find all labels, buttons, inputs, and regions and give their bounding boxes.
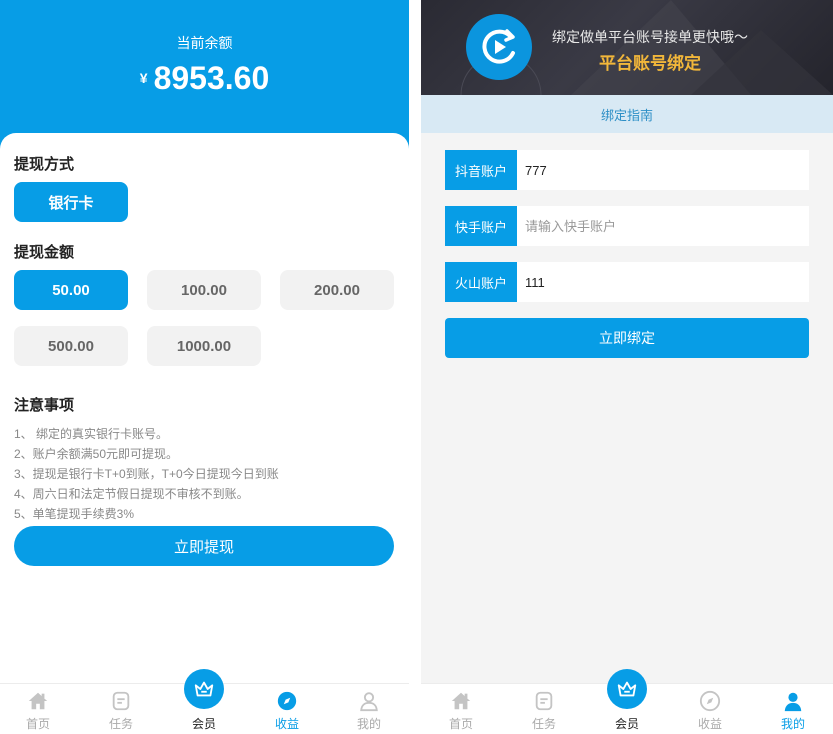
- user-icon: [360, 692, 378, 712]
- amount-option[interactable]: 500.00: [14, 326, 128, 366]
- compass-icon: [699, 690, 721, 712]
- tab-task[interactable]: 任务: [504, 684, 584, 734]
- note-item: 1、 绑定的真实银行卡账号。: [14, 427, 169, 441]
- home-icon: [451, 692, 471, 710]
- note-item: 4、周六日和法定节假日提现不审核不到账。: [14, 487, 249, 501]
- amount-option[interactable]: 200.00: [280, 270, 394, 310]
- withdraw-screen: 当前余额 ¥8953.60 提现方式 银行卡 提现金额 50.00 100.00…: [0, 0, 409, 734]
- tab-label: 任务: [531, 717, 556, 731]
- notes-title: 注意事项: [14, 397, 75, 414]
- bind-now-button[interactable]: 立即绑定: [445, 318, 809, 358]
- tab-earnings[interactable]: 收益: [670, 684, 750, 734]
- tab-label: 收益: [697, 717, 722, 731]
- withdraw-card: 提现方式 银行卡 提现金额 50.00 100.00 200.00 500.00…: [0, 133, 409, 693]
- note-item: 3、提现是银行卡T+0到账，T+0今日提现今日到账: [14, 467, 279, 481]
- crown-icon: [617, 681, 637, 697]
- note-item: 2、账户余额满50元即可提现。: [14, 447, 179, 461]
- balance-value: 8953.60: [153, 60, 270, 96]
- amount-option[interactable]: 50.00: [14, 270, 128, 310]
- vip-circle: [184, 669, 224, 709]
- account-binding-screen: 绑定做单平台账号接单更快哦～ 平台账号绑定 绑定指南 抖音账户 快手账户 火山账…: [421, 0, 833, 734]
- huoshan-account-input[interactable]: [517, 262, 809, 302]
- binding-guide-link[interactable]: 绑定指南: [421, 95, 833, 133]
- tab-vip[interactable]: 会员: [164, 669, 244, 734]
- amount-option[interactable]: 100.00: [147, 270, 261, 310]
- vip-circle: [607, 669, 647, 709]
- amount-option[interactable]: 1000.00: [147, 326, 261, 366]
- currency-symbol: ¥: [139, 70, 148, 86]
- douyin-account-row: 抖音账户: [445, 150, 809, 190]
- tab-label: 首页: [448, 717, 473, 731]
- bottom-tab-bar: 首页 任务 会员 收益 我的: [0, 669, 409, 734]
- binding-banner: 绑定做单平台账号接单更快哦～ 平台账号绑定: [421, 0, 833, 95]
- kuaishou-account-label: 快手账户: [445, 206, 517, 246]
- tab-vip[interactable]: 会员: [587, 669, 667, 734]
- withdraw-button[interactable]: 立即提现: [14, 526, 394, 566]
- kuaishou-account-input[interactable]: [517, 206, 809, 246]
- tab-label: 收益: [274, 717, 299, 731]
- note-item: 5、单笔提现手续费3%: [14, 507, 135, 521]
- tab-label: 会员: [614, 717, 639, 731]
- amount-title: 提现金额: [14, 244, 75, 261]
- home-icon: [28, 692, 48, 710]
- tab-label: 会员: [191, 717, 216, 731]
- huoshan-account-row: 火山账户: [445, 262, 809, 302]
- tab-home[interactable]: 首页: [421, 684, 501, 734]
- task-icon: [112, 691, 130, 711]
- tab-mine[interactable]: 我的: [753, 684, 833, 734]
- tab-task[interactable]: 任务: [81, 684, 161, 734]
- task-icon: [535, 691, 553, 711]
- tab-label: 我的: [356, 717, 381, 731]
- balance-amount: ¥8953.60: [0, 60, 409, 97]
- douyin-account-label: 抖音账户: [445, 150, 517, 190]
- method-bank-card-button[interactable]: 银行卡: [14, 182, 128, 222]
- bottom-tab-bar: 首页 任务 会员 收益 我的: [421, 669, 833, 734]
- tab-home[interactable]: 首页: [0, 684, 78, 734]
- kuaishou-account-row: 快手账户: [445, 206, 809, 246]
- user-icon: [784, 692, 802, 712]
- banner-title: 平台账号绑定: [599, 54, 701, 73]
- banner-subtitle: 绑定做单平台账号接单更快哦～: [552, 29, 748, 45]
- tab-mine[interactable]: 我的: [329, 684, 409, 734]
- video-logo-icon: [466, 14, 532, 80]
- crown-icon: [194, 681, 214, 697]
- douyin-account-input[interactable]: [517, 150, 809, 190]
- tab-earnings[interactable]: 收益: [247, 684, 327, 734]
- tab-label: 我的: [780, 717, 805, 731]
- notes-list: 1、 绑定的真实银行卡账号。 2、账户余额满50元即可提现。 3、提现是银行卡T…: [14, 424, 279, 524]
- balance-label: 当前余额: [176, 35, 233, 51]
- huoshan-account-label: 火山账户: [445, 262, 517, 302]
- balance-header: 当前余额 ¥8953.60: [0, 0, 409, 150]
- tab-label: 首页: [25, 717, 50, 731]
- method-title: 提现方式: [14, 156, 75, 173]
- tab-label: 任务: [108, 717, 133, 731]
- compass-icon: [277, 691, 297, 711]
